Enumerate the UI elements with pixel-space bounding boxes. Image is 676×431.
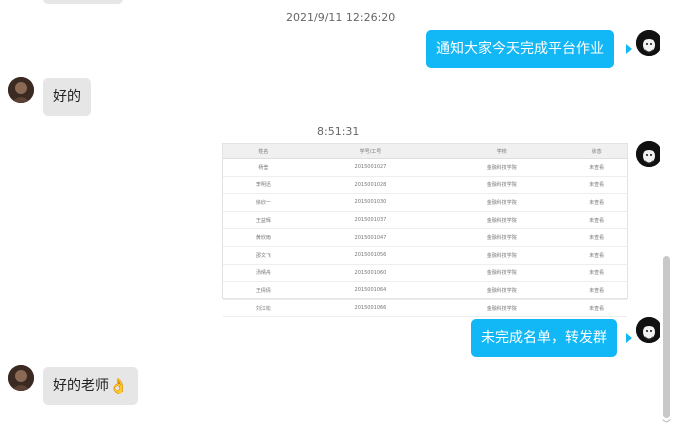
scrollbar-thumb[interactable] [663,256,670,418]
cell: 汤晴舟 [223,264,304,283]
cell: 邵文飞 [223,246,304,265]
avatar-image-icon [636,317,662,343]
cell: 金融科技学院 [437,299,567,318]
table-row: 黄欣雨 2015001047 金融科技学院 未查看 [223,228,627,247]
cell: 金融科技学院 [437,211,567,230]
cell: 未查看 [566,281,627,300]
cell: 未查看 [566,158,627,177]
col-header-id: 学号/工号 [303,144,438,159]
table-row: 徐欣一 2015001030 金融科技学院 未查看 [223,193,627,212]
table-row: 杨莹 2015001027 金融科技学院 未查看 [223,158,627,177]
received-message-bubble[interactable]: 好的老师👌 [43,367,138,405]
table-row: 王益辉 2015001037 金融科技学院 未查看 [223,211,627,230]
message-text: 好的老师 [53,378,109,394]
table-header-row: 姓名 学号/工号 学校 状态 [223,144,627,159]
cell: 王倩倩 [223,281,304,300]
cell: 金融科技学院 [437,264,567,283]
cell: 2015001028 [303,176,438,195]
cell: 2015001060 [303,264,438,283]
cell: 杨莹 [223,158,304,177]
bubble-tail [626,44,632,54]
cell: 金融科技学院 [437,193,567,212]
cell: 黄欣雨 [223,228,304,247]
cell: 2015001027 [303,158,438,177]
cell: 金融科技学院 [437,281,567,300]
sender-avatar[interactable] [636,141,662,167]
message-timestamp: 2021/9/11 12:26:20 [286,11,396,24]
table-row: 邵文飞 2015001056 金融科技学院 未查看 [223,246,627,265]
cell: 未查看 [566,211,627,230]
message-timestamp: 8:51:31 [317,125,360,138]
image-message[interactable]: 姓名 学号/工号 学校 状态 杨莹 2015001027 金融科技学院 未查看 李明迅… [222,143,628,318]
col-header-status: 状态 [566,144,627,159]
partial-received-bubble [43,0,123,4]
cell: 未查看 [566,264,627,283]
avatar-image-icon [8,77,34,103]
cell: 金融科技学院 [437,246,567,265]
cell: 未查看 [566,246,627,265]
cell: 金融科技学院 [437,176,567,195]
received-message-bubble[interactable]: 好的 [43,78,91,116]
col-header-name: 姓名 [223,144,304,159]
table-row: 汤晴舟 2015001060 金融科技学院 未查看 [223,264,627,283]
sender-avatar[interactable] [636,317,662,343]
ok-hand-emoji-icon: 👌 [109,377,128,395]
cell: 2015001030 [303,193,438,212]
bubble-tail [626,333,632,343]
sent-message-bubble[interactable]: 通知大家今天完成平台作业 [426,30,614,68]
cell: 金融科技学院 [437,228,567,247]
cell: 2015001037 [303,211,438,230]
sent-message-bubble[interactable]: 未完成名单，转发群 [471,319,617,357]
avatar-image-icon [8,365,34,391]
cell: 未查看 [566,176,627,195]
avatar-image-icon [636,141,662,167]
contact-avatar[interactable] [8,77,34,103]
sender-avatar[interactable] [636,30,662,56]
col-header-school: 学校 [437,144,567,159]
attendance-table-image: 姓名 学号/工号 学校 状态 杨莹 2015001027 金融科技学院 未查看 李明迅… [223,144,627,318]
cell: 徐欣一 [223,193,304,212]
cell: 金融科技学院 [437,158,567,177]
table-row: 王倩倩 2015001064 金融科技学院 未查看 [223,281,627,300]
cell: 未查看 [566,193,627,212]
cell: 未查看 [566,299,627,318]
avatar-image-icon [636,30,662,56]
scroll-down-arrow-icon[interactable]: ﹀ [662,417,671,430]
cell: 2015001056 [303,246,438,265]
cell: 李明迅 [223,176,304,195]
cell: 刘江松 [223,299,304,318]
cell: 未查看 [566,228,627,247]
table-row: 李明迅 2015001028 金融科技学院 未查看 [223,176,627,195]
cell: 王益辉 [223,211,304,230]
cell: 2015001064 [303,281,438,300]
table-row: 刘江松 2015001066 金融科技学院 未查看 [223,299,627,318]
contact-avatar[interactable] [8,365,34,391]
cell: 2015001047 [303,228,438,247]
cell: 2015001066 [303,299,438,318]
